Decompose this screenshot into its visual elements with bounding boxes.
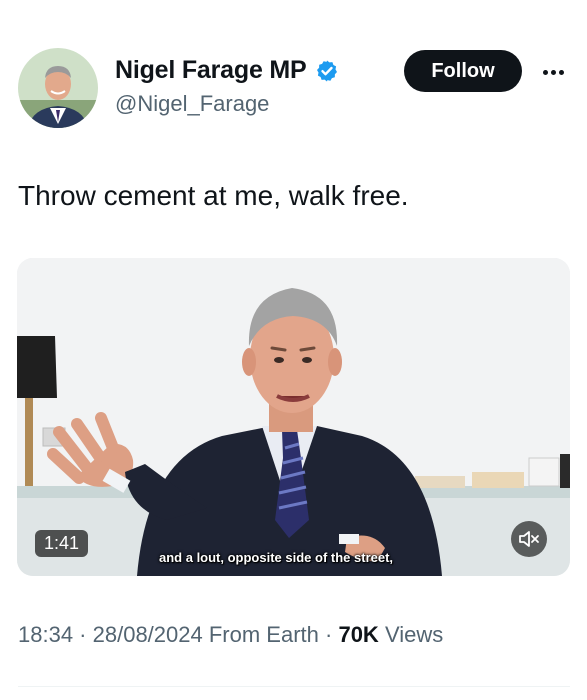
tweet-text: Throw cement at me, walk free.	[18, 180, 409, 211]
user-handle[interactable]: @Nigel_Farage	[115, 91, 339, 117]
video-frame	[17, 258, 570, 576]
more-options-icon[interactable]	[538, 60, 568, 84]
video-caption: and a lout, opposite side of the street,	[159, 550, 394, 565]
meta-separator: ·	[73, 622, 93, 647]
tweet-meta: 18:34 · 28/08/2024 From Earth · 70K View…	[18, 622, 443, 648]
video-duration-badge: 1:41	[35, 530, 89, 557]
divider	[18, 686, 570, 687]
tweet-source: From Earth	[208, 622, 319, 647]
tweet-page: Nigel Farage MP @Nigel_Farage Follow Thr…	[0, 0, 587, 700]
views-count[interactable]: 70K	[338, 622, 378, 647]
avatar-photo	[18, 48, 98, 128]
mute-toggle-button[interactable]	[511, 521, 547, 557]
tweet-date[interactable]: 28/08/2024	[93, 622, 203, 647]
display-name[interactable]: Nigel Farage MP	[115, 56, 307, 85]
tweet-time[interactable]: 18:34	[18, 622, 73, 647]
avatar[interactable]	[18, 48, 98, 128]
author-block: Nigel Farage MP @Nigel_Farage	[115, 56, 339, 117]
views-label: Views	[384, 622, 444, 647]
speaker-muted-icon	[519, 531, 539, 547]
follow-button[interactable]: Follow	[404, 50, 522, 92]
meta-separator: ·	[318, 622, 339, 647]
video-player[interactable]: 1:41 and a lout, opposite side of the st…	[17, 258, 570, 576]
verified-badge-icon[interactable]	[315, 59, 339, 83]
display-name-row: Nigel Farage MP	[115, 56, 339, 85]
